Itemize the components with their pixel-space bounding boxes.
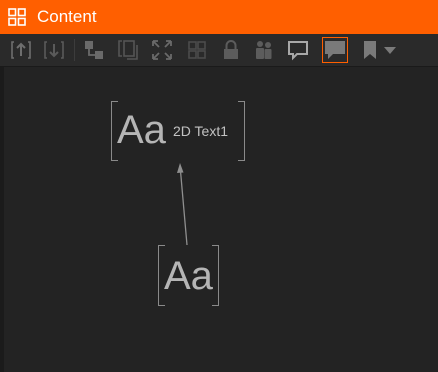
import-button[interactable] [41, 37, 67, 63]
duplicate-button[interactable] [115, 37, 141, 63]
users-icon [252, 38, 276, 62]
title-bar: Content [0, 0, 438, 34]
content-window: Content Aa 2D Text1 Aa [0, 0, 438, 372]
grid-icon [185, 38, 209, 62]
copy-icon [116, 38, 140, 62]
bookmark-dropdown[interactable] [380, 37, 400, 63]
text-node-1[interactable]: Aa 2D Text1 [111, 101, 245, 161]
speech-bubble-filled-icon [323, 38, 347, 62]
group-button[interactable] [81, 37, 107, 63]
arrow-head-icon [177, 163, 184, 173]
node-bracket-right [238, 101, 245, 161]
node-canvas[interactable]: Aa 2D Text1 Aa [4, 67, 438, 372]
grid-view-button[interactable] [184, 37, 210, 63]
download-icon [42, 38, 66, 62]
grid-icon [8, 8, 26, 26]
annotation-button[interactable] [322, 37, 348, 63]
window-title: Content [37, 7, 97, 26]
toolbar [0, 34, 438, 67]
text-type-icon: Aa [164, 254, 213, 298]
caret-down-icon [383, 43, 397, 57]
comment-button[interactable] [285, 37, 311, 63]
users-button[interactable] [251, 37, 277, 63]
node-bracket-right [212, 245, 219, 306]
text-type-icon: Aa [117, 108, 166, 152]
text-node-2[interactable]: Aa [158, 245, 219, 306]
toolbar-separator [74, 39, 75, 61]
fit-view-button[interactable] [149, 37, 175, 63]
node-label: 2D Text1 [173, 123, 228, 139]
group-nodes-icon [82, 38, 106, 62]
upload-icon [9, 38, 33, 62]
expand-icon [150, 38, 174, 62]
speech-bubble-icon [286, 38, 310, 62]
export-button[interactable] [8, 37, 34, 63]
lock-button[interactable] [218, 37, 244, 63]
lock-icon [219, 38, 243, 62]
